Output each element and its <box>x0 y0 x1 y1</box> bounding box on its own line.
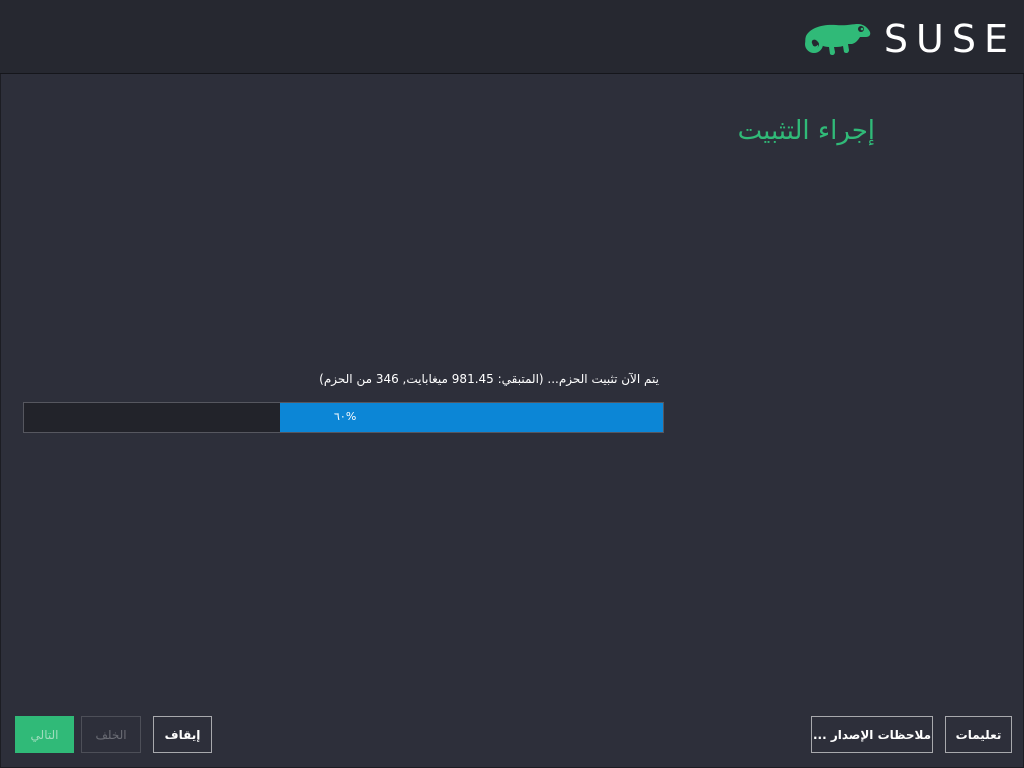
install-status-text: يتم الآن تثبيت الحزم... (المتبقي: 981.45… <box>319 372 659 386</box>
release-notes-button[interactable]: ملاحظات الإصدار ... <box>811 716 933 753</box>
suse-logo: SUSE <box>802 18 1016 60</box>
progress-label: ٦٠% <box>334 410 357 423</box>
main-panel: إجراء التثبيت يتم الآن تثبيت الحزم... (ا… <box>0 74 1024 768</box>
brand-text: SUSE <box>883 17 1016 61</box>
back-button[interactable]: الخلف <box>81 716 141 753</box>
help-button[interactable]: تعليمات <box>945 716 1012 753</box>
next-button[interactable]: التالي <box>15 716 74 753</box>
chameleon-icon <box>804 24 871 56</box>
install-progress-bar: ٦٠% <box>23 402 664 433</box>
abort-button[interactable]: إيقاف <box>153 716 212 753</box>
page-title: إجراء التثبيت <box>737 116 875 146</box>
header-bar: SUSE <box>0 0 1024 74</box>
